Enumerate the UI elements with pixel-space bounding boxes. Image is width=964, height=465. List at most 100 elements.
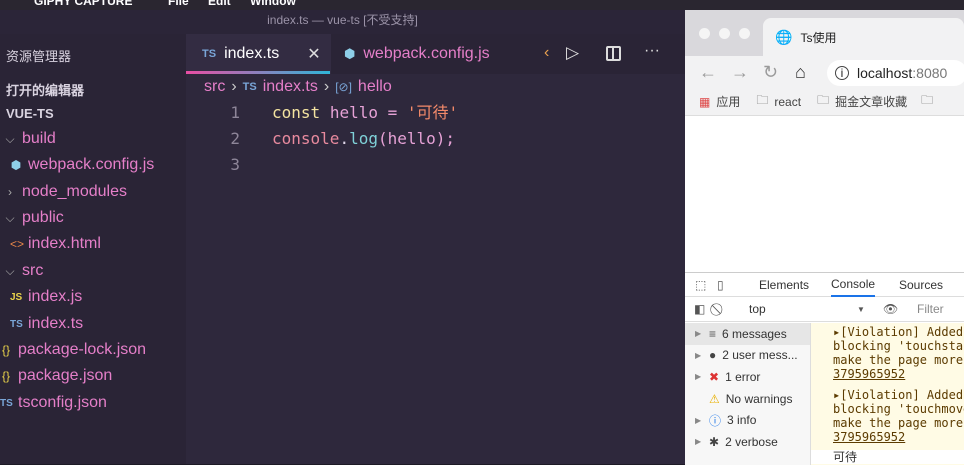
keyword: const: [272, 103, 321, 122]
console-sidebar: ▶ ≡ 6 messages ▶ ● 2 user mess... ▶ ✖ 1 error …: [685, 323, 811, 465]
user-icon: ●: [709, 348, 717, 363]
tree-folder-public[interactable]: ⌵ public: [4, 209, 63, 227]
tab-console[interactable]: Console: [831, 273, 876, 297]
browser-tab[interactable]: 🌐 Ts使用: [763, 18, 964, 56]
tree-label: index.html: [28, 235, 101, 252]
tree-file-index-ts[interactable]: TS index.ts: [10, 315, 83, 333]
dropdown-arrow-icon[interactable]: ▼: [857, 305, 865, 314]
chevron-right-icon: ›: [8, 185, 12, 199]
menu-edit[interactable]: Edit: [208, 0, 231, 8]
bookmark-juejin[interactable]: 掘金文章收藏: [835, 93, 907, 110]
tree-file-package-json[interactable]: {} package.json: [0, 367, 112, 385]
console-output: ▸[Violation] Added blocking 'touchsta make…: [811, 323, 964, 465]
breadcrumb-symbol[interactable]: hello: [358, 78, 392, 96]
run-icon[interactable]: ▷: [566, 43, 579, 63]
split-editor-icon[interactable]: [606, 46, 621, 61]
tab-sources[interactable]: Sources: [899, 278, 943, 292]
sidebar-warnings[interactable]: ⚠ No warnings: [685, 388, 810, 410]
line-number: 3: [230, 155, 240, 174]
source-link[interactable]: 3795965952: [833, 430, 964, 444]
explorer-title: 资源管理器: [6, 49, 72, 64]
tab-webpack-config[interactable]: ⬢ webpack.config.js: [344, 34, 490, 74]
line-number: 1: [230, 103, 240, 122]
sidebar-info[interactable]: ▶ ⓘ 3 info: [685, 409, 810, 431]
back-icon[interactable]: ←: [699, 62, 717, 83]
minimize-window-button[interactable]: [719, 28, 730, 39]
tree-file-tsconfig[interactable]: TS tsconfig.json: [0, 394, 107, 412]
home-icon[interactable]: ⌂: [795, 62, 806, 83]
item-label: 6 messages: [722, 326, 787, 341]
sidebar-toggle-icon[interactable]: ◧: [694, 302, 705, 316]
tree-label: package-lock.json: [18, 341, 147, 358]
inspect-element-icon[interactable]: ⬚: [695, 278, 706, 292]
console-message[interactable]: ▸[Violation] Added blocking 'touchsta make…: [833, 325, 964, 381]
mac-menubar: GIPHY CAPTURE File Edit Window: [0, 0, 964, 10]
tree-folder-src[interactable]: ⌵ src: [4, 262, 43, 280]
sidebar-verbose[interactable]: ▶ ✱ 2 verbose: [685, 431, 810, 453]
tree-label: index.ts: [28, 315, 84, 332]
more-actions-icon[interactable]: ···: [644, 42, 660, 60]
console-message[interactable]: ▸[Violation] Added blocking 'touchmove mak…: [833, 388, 964, 444]
punctuation: .: [339, 129, 350, 148]
window-title: index.ts — vue-ts [不受支持]: [267, 13, 418, 27]
device-toolbar-icon[interactable]: ▯: [717, 278, 724, 292]
breadcrumb-file[interactable]: index.ts: [263, 78, 318, 96]
info-icon[interactable]: i: [835, 66, 849, 80]
tree-file-index-js[interactable]: JS index.js: [10, 288, 82, 306]
ts-icon: TS: [202, 48, 217, 60]
ts-icon: TS: [0, 397, 13, 409]
close-icon[interactable]: ✕: [307, 44, 320, 64]
eye-icon[interactable]: 👁: [883, 302, 898, 316]
sidebar-messages[interactable]: ▶ ≡ 6 messages: [685, 323, 810, 345]
forward-icon[interactable]: →: [731, 62, 749, 83]
chrome-tabstrip: 🌐 Ts使用: [685, 10, 964, 56]
tree-file-webpack-config[interactable]: ⬢ webpack.config.js: [10, 156, 155, 174]
bookmark-apps[interactable]: 应用: [716, 93, 740, 110]
open-editors-section[interactable]: 打开的编辑器: [6, 80, 84, 99]
active-tab-indicator: [186, 71, 330, 74]
folder-icon: 🗀: [817, 93, 830, 107]
tree-label: index.js: [28, 288, 83, 305]
source-link[interactable]: 3795965952: [833, 367, 964, 381]
warning-icon: ⚠: [709, 391, 720, 406]
breadcrumb-src[interactable]: src: [204, 78, 225, 96]
bug-icon: ✱: [709, 434, 720, 449]
ts-icon: TS: [10, 318, 23, 330]
menubar-app[interactable]: GIPHY CAPTURE: [34, 0, 132, 8]
tree-file-index-html[interactable]: <> index.html: [10, 235, 101, 253]
sidebar-user-messages[interactable]: ▶ ● 2 user mess...: [685, 345, 810, 367]
tab-index-ts[interactable]: TS index.ts ✕: [186, 34, 331, 74]
tab-label: index.ts: [224, 45, 280, 62]
operator: =: [377, 103, 407, 122]
bookmark-react[interactable]: react: [774, 95, 801, 109]
filter-input[interactable]: Filter: [917, 302, 944, 316]
editor-tabs: TS index.ts ✕ ⬢ webpack.config.js ‹ ▷ ··…: [186, 34, 685, 74]
tree-folder-node-modules[interactable]: › node_modules: [4, 183, 127, 201]
chevron-left-icon[interactable]: ‹: [544, 44, 549, 62]
reload-icon[interactable]: ↻: [763, 62, 778, 83]
vscode-window: index.ts — vue-ts [不受支持] 资源管理器 打开的编辑器 VU…: [0, 10, 685, 464]
line-number: 2: [230, 129, 240, 148]
chevron-right-icon: ›: [323, 78, 330, 95]
project-section[interactable]: VUE-TS: [6, 106, 54, 121]
tree-label: build: [22, 130, 56, 147]
info-icon: ⓘ: [709, 413, 722, 428]
maximize-window-button[interactable]: [739, 28, 750, 39]
close-window-button[interactable]: [699, 28, 710, 39]
chevron-right-icon: ›: [231, 78, 237, 95]
string-literal: '可待': [406, 103, 459, 122]
sidebar-errors[interactable]: ▶ ✖ 1 error: [685, 366, 810, 388]
menu-file[interactable]: File: [168, 0, 189, 8]
webpack-cube-icon: ⬢: [344, 46, 356, 61]
identifier: console: [272, 129, 340, 148]
context-selector[interactable]: top: [749, 302, 766, 316]
address-bar[interactable]: i localhost:8080: [827, 60, 964, 86]
item-label: 2 user mess...: [722, 348, 798, 363]
devtools-tabs: ⬚ ▯ Elements Console Sources: [685, 273, 964, 297]
tab-elements[interactable]: Elements: [759, 278, 809, 292]
tree-file-package-lock[interactable]: {} package-lock.json: [0, 341, 146, 359]
tree-folder-build[interactable]: ⌵ build: [4, 130, 56, 148]
item-label: 2 verbose: [725, 434, 778, 449]
menu-window[interactable]: Window: [250, 0, 296, 8]
url-host: localhost: [857, 65, 913, 81]
